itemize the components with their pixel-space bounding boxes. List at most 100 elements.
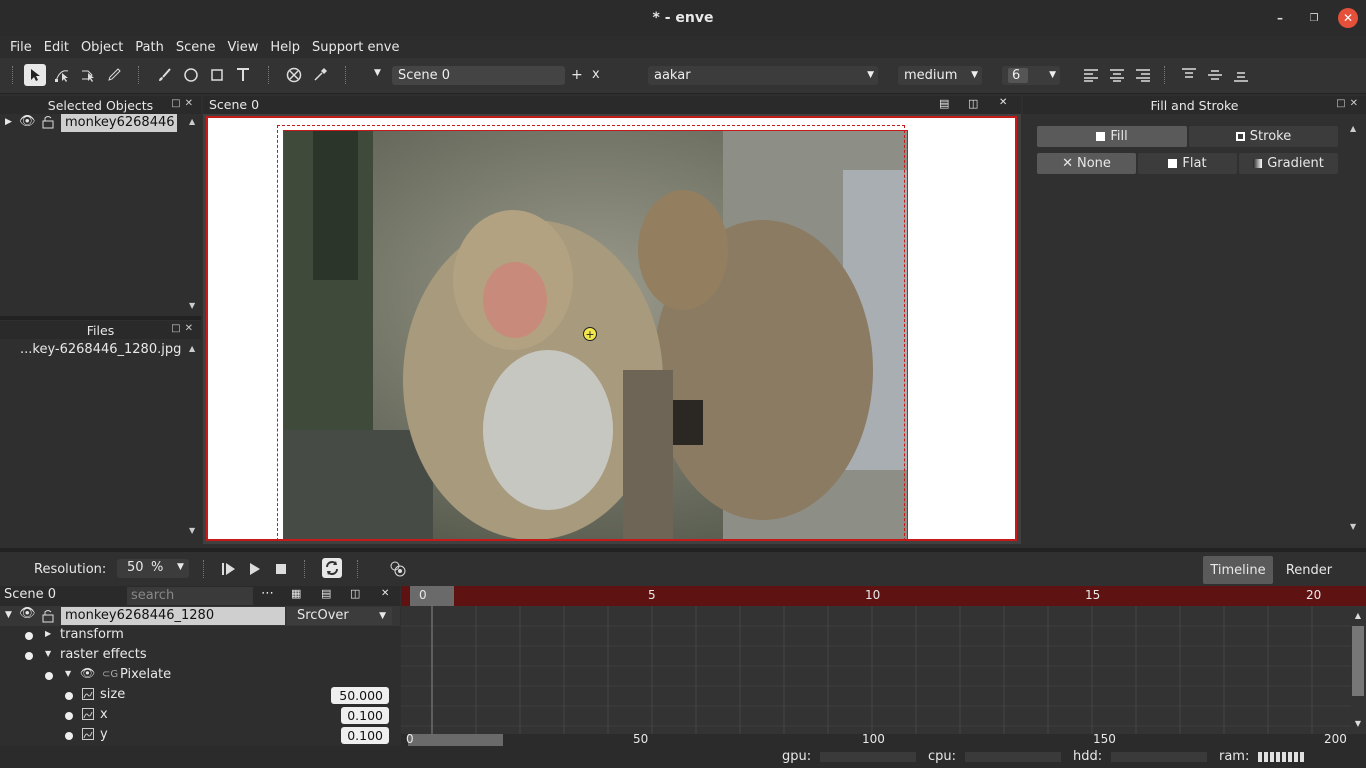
color-picker-icon[interactable]	[309, 64, 331, 86]
null-object-icon[interactable]	[283, 64, 305, 86]
scroll-up-icon[interactable]: ▲	[1350, 124, 1356, 133]
font-size-select[interactable]: 6 ▼	[1002, 66, 1060, 85]
menu-edit[interactable]: Edit	[38, 40, 75, 55]
menu-object[interactable]: Object	[75, 40, 129, 55]
fill-gradient-button[interactable]: Gradient	[1239, 153, 1338, 174]
split-vertical-icon[interactable]: ◫	[350, 587, 360, 600]
layer-name[interactable]: monkey6268446_1280	[61, 607, 285, 625]
add-point-icon[interactable]	[77, 64, 99, 86]
timeline-tab[interactable]: Timeline	[1203, 556, 1273, 584]
y-value-field[interactable]: 0.100	[341, 727, 389, 744]
keyframe-dot-icon[interactable]	[25, 652, 33, 660]
fill-tab[interactable]: Fill	[1037, 126, 1187, 147]
text-tool-icon[interactable]	[232, 64, 254, 86]
draw-pen-icon[interactable]	[103, 64, 125, 86]
fill-flat-button[interactable]: Flat	[1138, 153, 1237, 174]
panel-float-close-icons[interactable]: □✕	[171, 323, 197, 334]
menu-support[interactable]: Support enve	[306, 40, 405, 55]
close-icon[interactable]: ✕	[999, 97, 1007, 108]
lock-icon[interactable]	[42, 609, 54, 623]
canvas-tab[interactable]: Scene 0	[209, 97, 259, 112]
more-options-icon[interactable]: ⋯	[261, 586, 274, 601]
onion-skin-icon[interactable]	[388, 559, 408, 579]
panel-float-close-icons[interactable]: □✕	[1336, 98, 1362, 109]
graph-icon[interactable]	[82, 688, 94, 700]
transform-row[interactable]: ▶ transform	[0, 626, 400, 646]
play-icon[interactable]	[246, 560, 264, 578]
expand-arrow-icon[interactable]: ▶	[5, 117, 12, 127]
valign-center-icon[interactable]	[1204, 64, 1226, 86]
align-right-icon[interactable]	[1132, 64, 1154, 86]
scroll-up-icon[interactable]: ▲	[189, 344, 195, 353]
split-horizontal-icon[interactable]: ▤	[321, 587, 331, 600]
select-arrow-icon[interactable]	[24, 64, 46, 86]
align-left-icon[interactable]	[1080, 64, 1102, 86]
layer-row[interactable]: ▼ 👁 monkey6268446_1280 SrcOver ▼	[0, 606, 400, 626]
eye-icon[interactable]: 👁	[80, 666, 95, 680]
menu-scene[interactable]: Scene	[170, 40, 222, 55]
lock-icon[interactable]	[42, 115, 54, 129]
paint-brush-icon[interactable]	[154, 64, 176, 86]
fill-none-button[interactable]: ✕ None	[1037, 153, 1136, 174]
close-icon[interactable]: ✕	[381, 588, 389, 599]
keyframe-dot-icon[interactable]	[65, 712, 73, 720]
point-edit-icon[interactable]	[51, 64, 73, 86]
render-tab[interactable]: Render	[1276, 556, 1342, 584]
pivot-point-icon[interactable]: +	[583, 327, 597, 341]
font-family-select[interactable]: aakar ▼	[648, 66, 878, 85]
scroll-down-icon[interactable]: ▼	[189, 526, 195, 535]
graph-icon[interactable]	[82, 728, 94, 740]
valign-top-icon[interactable]	[1178, 64, 1200, 86]
split-horizontal-icon[interactable]: ▤	[939, 97, 949, 110]
keyframe-dot-icon[interactable]	[45, 672, 53, 680]
size-row[interactable]: size 50.000	[0, 686, 400, 706]
expand-arrow-icon[interactable]: ▶	[45, 629, 51, 638]
valign-bottom-icon[interactable]	[1230, 64, 1252, 86]
close-icon[interactable]: ✕	[1338, 8, 1358, 28]
panel-float-close-icons[interactable]: □✕	[171, 98, 197, 109]
blend-mode-select[interactable]: SrcOver ▼	[287, 607, 392, 625]
resolution-select[interactable]: 50 % ▼	[117, 559, 189, 578]
collapse-arrow-icon[interactable]: ▼	[65, 669, 71, 678]
remove-scene-button[interactable]: x	[592, 67, 600, 82]
menu-help[interactable]: Help	[264, 40, 306, 55]
scroll-down-icon[interactable]: ▼	[1350, 522, 1356, 531]
circle-tool-icon[interactable]	[180, 64, 202, 86]
add-scene-button[interactable]: +	[571, 67, 583, 83]
selected-object-item[interactable]: monkey6268446	[61, 114, 177, 132]
menu-view[interactable]: View	[222, 40, 265, 55]
menu-path[interactable]: Path	[129, 40, 170, 55]
size-value-field[interactable]: 50.000	[331, 687, 389, 704]
minimize-icon[interactable]: –	[1270, 8, 1290, 28]
file-item[interactable]: ...key-6268446_1280.jpg	[20, 342, 181, 357]
align-center-icon[interactable]	[1106, 64, 1128, 86]
scene-select[interactable]: Scene 0	[392, 66, 565, 85]
play-preview-icon[interactable]	[220, 560, 238, 578]
stop-icon[interactable]	[272, 560, 290, 578]
scene-dropdown-chevron-icon[interactable]: ▼	[374, 68, 381, 78]
edit-icon[interactable]: ▦	[291, 587, 301, 600]
collapse-arrow-icon[interactable]: ▼	[5, 610, 12, 620]
stroke-tab[interactable]: Stroke	[1189, 126, 1338, 147]
raster-effects-row[interactable]: ▼ raster effects	[0, 646, 400, 666]
eye-icon[interactable]: 👁	[19, 606, 36, 621]
keyframe-dot-icon[interactable]	[25, 632, 33, 640]
menu-file[interactable]: File	[4, 40, 38, 55]
scroll-down-icon[interactable]: ▼	[1355, 719, 1362, 728]
split-vertical-icon[interactable]: ◫	[968, 97, 978, 110]
graph-icon[interactable]	[82, 708, 94, 720]
scroll-up-icon[interactable]: ▲	[1355, 611, 1362, 620]
timeline-keyframes[interactable]: ▲ ▼ 0 5 10 15 20 0 50 100 150 200	[401, 586, 1366, 746]
pixelate-row[interactable]: ▼ 👁 ⊂G Pixelate	[0, 666, 400, 686]
maximize-icon[interactable]: ❐	[1304, 8, 1324, 28]
eye-icon[interactable]: 👁	[19, 114, 36, 129]
y-row[interactable]: y 0.100	[0, 726, 400, 746]
scroll-down-icon[interactable]: ▼	[189, 301, 195, 310]
font-weight-select[interactable]: medium ▼	[898, 66, 982, 85]
x-value-field[interactable]: 0.100	[341, 707, 389, 724]
search-input[interactable]: search	[127, 587, 253, 605]
keyframe-dot-icon[interactable]	[65, 692, 73, 700]
loop-icon[interactable]	[322, 558, 342, 578]
rectangle-tool-icon[interactable]	[206, 64, 228, 86]
keyframe-dot-icon[interactable]	[65, 732, 73, 740]
